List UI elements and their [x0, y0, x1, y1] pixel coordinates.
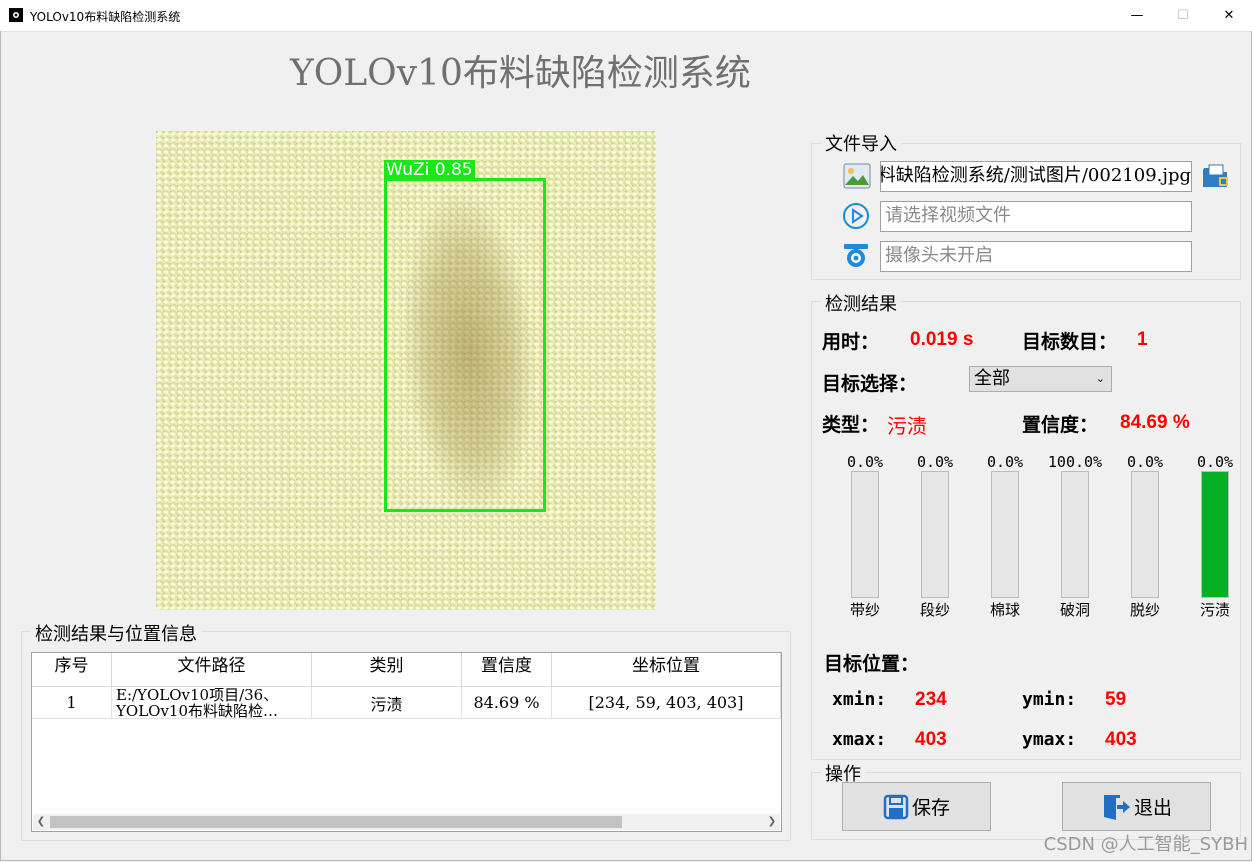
results-table[interactable]: 序号 文件路径 类别 置信度 坐标位置 1 E:/YOLOv10项目/36、YO…: [31, 652, 782, 832]
column-header-path[interactable]: 文件路径: [112, 653, 312, 687]
image-path-field[interactable]: E:/YOLOv10项目/36、YOLOv10布料缺陷检测系统/测试图片/002…: [880, 161, 1192, 192]
count-value: 1: [1137, 329, 1148, 350]
minimize-button[interactable]: —: [1114, 0, 1160, 31]
exit-icon: [1103, 794, 1130, 820]
time-value: 0.019 s: [910, 329, 974, 350]
exit-label: 退出: [1133, 797, 1172, 819]
save-button[interactable]: 保存: [842, 782, 991, 831]
maximize-button[interactable]: ☐: [1160, 0, 1206, 31]
detection-image: WuZi 0.85: [156, 131, 656, 610]
video-file-field[interactable]: 请选择视频文件: [880, 201, 1192, 232]
progress-bar: [1201, 471, 1229, 598]
scroll-thumb[interactable]: [50, 816, 622, 828]
table-cell-path[interactable]: E:/YOLOv10项目/36、YOLOv10布料缺陷检…: [112, 687, 312, 719]
page-title: YOLOv10布料缺陷检测系统: [290, 53, 751, 94]
progress-bar: [1061, 471, 1089, 598]
ymax-label: ymax:: [1022, 729, 1077, 750]
camera-field[interactable]: 摄像头未开启: [880, 241, 1192, 272]
bar-class-label: 段纱: [919, 601, 950, 619]
bar-percent-label: 100.0%: [1047, 453, 1103, 471]
bar-percent-label: 0.0%: [846, 453, 884, 471]
bar-class-label: 棉球: [989, 601, 1020, 619]
save-label: 保存: [911, 797, 950, 819]
window-title: YOLOv10布料缺陷检测系统: [30, 10, 181, 24]
exit-button[interactable]: 退出: [1062, 782, 1211, 831]
ymin-value: 59: [1105, 689, 1127, 710]
bar-class-label: 带纱: [849, 601, 880, 619]
bar-class-label: 破洞: [1059, 601, 1090, 619]
image-file-icon[interactable]: [843, 163, 871, 189]
column-header-class[interactable]: 类别: [312, 653, 462, 687]
chevron-down-icon: ⌄: [1095, 372, 1105, 385]
video-play-icon[interactable]: [842, 202, 870, 230]
folder-open-icon[interactable]: [1201, 162, 1231, 190]
position-label: 目标位置：: [824, 653, 920, 675]
progress-bar: [851, 471, 879, 598]
bar-percent-label: 0.0%: [916, 453, 954, 471]
scroll-left-icon[interactable]: ❮: [33, 814, 49, 830]
xmax-label: xmax:: [832, 729, 887, 750]
progress-bar: [991, 471, 1019, 598]
minimize-icon: —: [1130, 8, 1144, 23]
save-icon: [883, 794, 909, 819]
target-select-value: 全部: [974, 368, 1010, 389]
confidence-value: 84.69 %: [1120, 412, 1190, 433]
file-import-title: 文件导入: [821, 130, 901, 156]
detection-results-title: 检测结果: [821, 290, 901, 316]
column-header-coords[interactable]: 坐标位置: [552, 653, 781, 687]
bounding-box: [384, 178, 546, 512]
bar-class-label: 污渍: [1199, 601, 1230, 619]
class-probability-bars: 0.0% 带纱 0.0% 段纱 0.0% 棉球 100.0% 破洞 0.0% 脱纱 0.0% 污渍: [830, 450, 1233, 625]
column-header-confidence[interactable]: 置信度: [462, 653, 552, 687]
maximize-icon: ☐: [1177, 8, 1189, 23]
progress-bar: [1131, 471, 1159, 598]
count-label: 目标数目：: [1022, 331, 1118, 353]
progress-bar: [921, 471, 949, 598]
scroll-right-icon[interactable]: ❯: [764, 814, 780, 830]
xmax-value: 403: [915, 729, 947, 750]
watermark: CSDN @人工智能_SYBH: [1043, 834, 1248, 855]
type-label: 类型：: [822, 414, 880, 436]
table-cell-confidence[interactable]: 84.69 %: [462, 687, 552, 719]
app-icon: [9, 8, 23, 22]
xmin-label: xmin:: [832, 689, 887, 710]
horizontal-scrollbar[interactable]: ❮ ❯: [33, 814, 780, 830]
camera-icon[interactable]: [842, 242, 870, 270]
progress-bar-fill: [1202, 472, 1228, 597]
window-titlebar: YOLOv10布料缺陷检测系统 — ☐ ✕: [0, 0, 1252, 32]
image-path-text: E:/YOLOv10项目/36、YOLOv10布料缺陷检测系统/测试图片/002…: [880, 165, 1191, 186]
table-cell-coords[interactable]: [234, 59, 403, 403]: [552, 687, 781, 719]
ymax-value: 403: [1105, 729, 1137, 750]
type-value: 污渍: [887, 414, 927, 438]
bar-class-label: 脱纱: [1129, 601, 1160, 619]
bar-percent-label: 0.0%: [1196, 453, 1234, 471]
target-select-label: 目标选择：: [822, 373, 918, 395]
ymin-label: ymin:: [1022, 689, 1077, 710]
column-header-index[interactable]: 序号: [32, 653, 112, 687]
bounding-box-label: WuZi 0.85: [384, 160, 475, 180]
close-icon: ✕: [1223, 8, 1235, 23]
bar-percent-label: 0.0%: [1126, 453, 1164, 471]
time-label: 用时：: [822, 331, 880, 353]
close-button[interactable]: ✕: [1206, 0, 1252, 31]
confidence-label: 置信度：: [1022, 414, 1099, 436]
table-cell-index[interactable]: 1: [32, 687, 112, 719]
target-select[interactable]: 全部 ⌄: [969, 366, 1112, 392]
table-cell-class[interactable]: 污渍: [312, 687, 462, 719]
bar-percent-label: 0.0%: [986, 453, 1024, 471]
xmin-value: 234: [915, 689, 947, 710]
results-table-title: 检测结果与位置信息: [31, 620, 201, 646]
